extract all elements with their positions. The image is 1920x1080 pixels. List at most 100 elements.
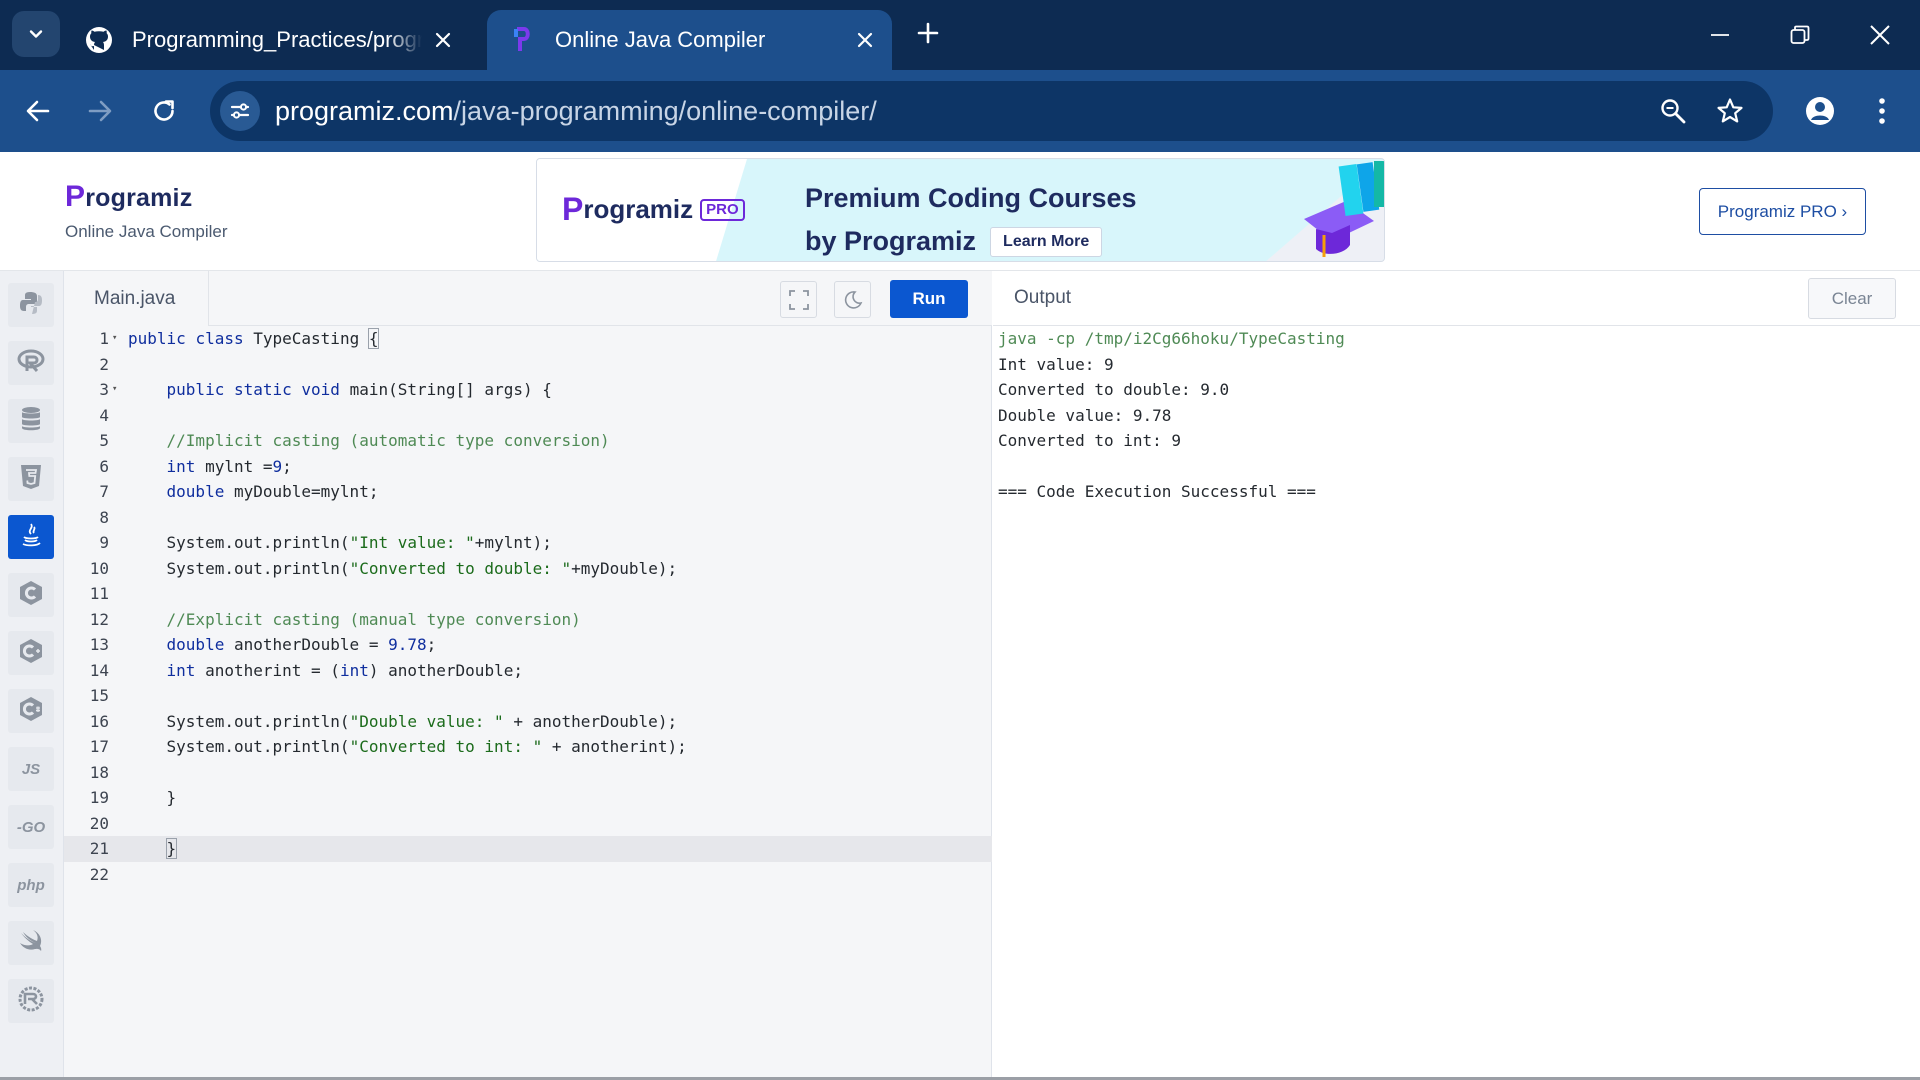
code-line[interactable]: 21 } [64,836,992,862]
language-c-button[interactable] [8,573,54,617]
language-swift-button[interactable] [8,921,54,965]
language-cpp-button[interactable] [8,631,54,675]
close-tab-icon[interactable] [428,25,458,55]
line-number: 18 [89,762,109,782]
r-icon [17,349,45,377]
code-line[interactable]: 19 } [64,785,992,811]
ad-banner[interactable]: Programiz PRO Premium Coding Courses by P… [536,158,1385,262]
code-line[interactable]: 20 [64,811,992,837]
line-number: 16 [89,711,109,731]
programiz-pro-button[interactable]: Programiz PRO › [1699,188,1866,235]
code-line[interactable]: 2 [64,352,992,378]
back-button[interactable] [18,91,58,131]
address-bar[interactable]: programiz.com/java-programming/online-co… [210,81,1773,141]
line-number: 4 [99,405,109,425]
code-line[interactable]: 16 System.out.println("Double value: " +… [64,709,992,735]
close-icon [1870,25,1890,45]
line-number: 11 [89,584,109,603]
bookmark-button[interactable] [1710,91,1750,131]
code-text: } [128,788,177,807]
code-editor-panel: Main.java Run 1 ▾ public class TypeCasting… [64,271,992,1080]
minimize-button[interactable] [1702,17,1738,53]
language-html-button[interactable] [8,457,54,501]
language-php-button[interactable]: php [8,863,54,907]
tab-search-dropdown-button[interactable] [12,11,60,57]
code-line[interactable]: 6 int mylnt =9; [64,454,992,480]
code-line[interactable]: 7 double myDouble=mylnt; [64,479,992,505]
clear-button[interactable]: Clear [1808,278,1896,319]
code-line[interactable]: 15 [64,683,992,709]
code-line[interactable]: 4 [64,403,992,429]
code-line[interactable]: 14 int anotherint = (int) anotherDouble; [64,658,992,684]
code-line[interactable]: 8 [64,505,992,531]
language-r-button[interactable] [8,341,54,385]
browser-tab-github[interactable]: Programming_Practices/programming [70,10,470,70]
code-line[interactable]: 10 System.out.println("Converted to doub… [64,556,992,582]
run-button[interactable]: Run [890,280,968,318]
close-tab-icon[interactable] [850,25,880,55]
close-window-button[interactable] [1862,17,1898,53]
fold-toggle-icon[interactable]: ▾ [112,377,117,403]
code-line[interactable]: 9 System.out.println("Int value: "+mylnt… [64,530,992,556]
code-line[interactable]: 13 double anotherDouble = 9.78; [64,632,992,658]
code-text: int mylnt =9; [166,456,292,476]
java-icon [19,522,43,552]
output-header: Output Clear [993,271,1920,326]
swift-icon [18,929,44,957]
graduation-cap-illustration [1266,159,1384,261]
code-line[interactable]: 12 //Explicit casting (manual type conve… [64,607,992,633]
code-text: System.out.println("Converted to double:… [128,558,678,578]
code-area[interactable]: 1 ▾ public class TypeCasting {2 3 ▾ public s… [64,326,992,1080]
language-sql-button[interactable] [8,399,54,443]
restore-button[interactable] [1782,17,1818,53]
theme-toggle-button[interactable] [834,281,871,318]
new-tab-button[interactable] [912,17,944,49]
code-line[interactable]: 1 ▾ public class TypeCasting { [64,326,992,352]
language-js-button[interactable]: JS [8,747,54,791]
code-line[interactable]: 17 System.out.println("Converted to int:… [64,734,992,760]
browser-tab-online-java-compiler[interactable]: Online Java Compiler [487,10,892,70]
programiz-logo: Programiz [65,180,193,213]
code-text: System.out.println("Converted to int: " … [128,737,687,756]
code-line[interactable]: 3 ▾ public static void main(String[] args… [64,377,992,403]
plus-icon [917,22,939,44]
forward-button[interactable] [80,91,120,131]
reload-icon [154,100,174,121]
code-text: } [165,838,178,859]
language-csharp-button[interactable] [8,689,54,733]
github-icon [84,25,114,55]
learn-more-button[interactable]: Learn More [990,226,1103,257]
code-line[interactable]: 22 [64,862,992,888]
line-number: 21 [89,839,109,858]
code-line[interactable]: 18 [64,760,992,786]
profile-button[interactable] [1800,91,1840,131]
language-rust-button[interactable] [8,979,54,1023]
code-text: double anotherDouble = 9.78; [166,635,437,654]
page-subtitle: Online Java Compiler [65,222,228,241]
fold-toggle-icon[interactable]: ▾ [112,326,117,352]
php-icon: php [17,876,45,894]
site-info-button[interactable] [220,91,260,131]
brand[interactable]: Programiz Online Java Compiler [65,180,228,242]
site-header: Programiz Online Java Compiler Programiz… [0,152,1920,271]
line-number: 14 [89,660,109,680]
programiz-icon [507,25,537,55]
language-python-button[interactable] [8,283,54,327]
language-go-button[interactable]: -GO [8,805,54,849]
ad-logo: Programiz PRO [562,191,745,228]
output-line: Int value: 9 [998,354,1114,374]
language-java-button[interactable] [8,515,54,559]
file-tab-main-java[interactable]: Main.java [64,271,209,326]
reload-button[interactable] [144,91,184,131]
fullscreen-button[interactable] [780,281,817,318]
url-text[interactable]: programiz.com/java-programming/online-co… [275,95,877,127]
line-number: 3 [99,380,109,399]
line-number: 22 [89,864,109,884]
code-line[interactable]: 5 //Implicit casting (automatic type con… [64,428,992,454]
output-console: java -cp /tmp/i2Cg66hoku/TypeCasting Int… [998,326,1345,505]
browser-menu-button[interactable] [1862,91,1902,131]
zoom-button[interactable] [1653,91,1693,131]
line-number: 10 [89,558,109,578]
language-sidebar: JS -GO php [0,271,64,1080]
code-line[interactable]: 11 [64,581,992,607]
